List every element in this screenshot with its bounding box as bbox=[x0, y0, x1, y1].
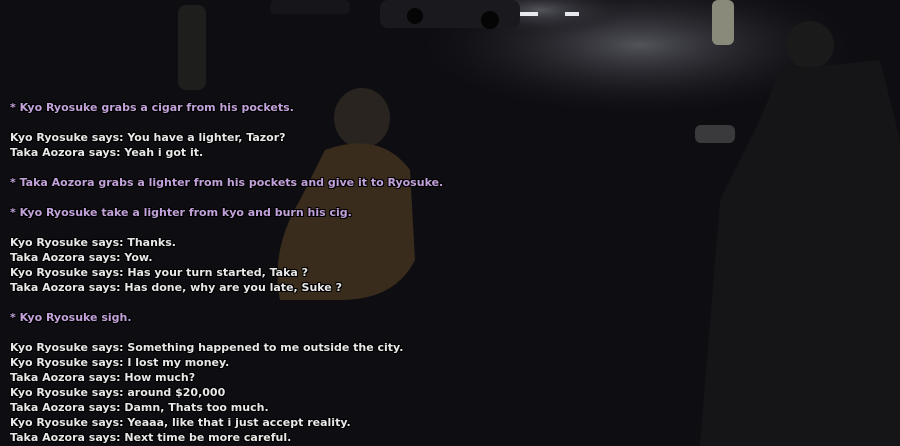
chat-action-line: * Kyo Ryosuke grabs a cigar from his poc… bbox=[10, 101, 294, 114]
chat-action-line: * Kyo Ryosuke take a lighter from kyo an… bbox=[10, 206, 352, 219]
chat-say-line: Kyo Ryosuke says: Yeaaa, like that i jus… bbox=[10, 416, 351, 429]
chat-say-line: Taka Aozora says: How much? bbox=[10, 371, 196, 384]
chat-say-line: Kyo Ryosuke says: Something happened to … bbox=[10, 341, 404, 354]
chat-say-line: Kyo Ryosuke says: I lost my money. bbox=[10, 356, 230, 369]
chat-say-line: Kyo Ryosuke says: Has your turn started,… bbox=[10, 266, 309, 279]
character-standing-head bbox=[786, 21, 834, 69]
character-background-right bbox=[712, 0, 734, 45]
chat-say-line: Taka Aozora says: Yow. bbox=[10, 251, 153, 264]
chat-say-line: Kyo Ryosuke says: around $20,000 bbox=[10, 386, 226, 399]
chat-say-line: Taka Aozora says: Damn, Thats too much. bbox=[10, 401, 269, 414]
chat-say-line: Taka Aozora says: Next time be more care… bbox=[10, 431, 292, 444]
chat-log: * Kyo Ryosuke grabs a cigar from his poc… bbox=[10, 0, 570, 446]
chat-action-line: * Taka Aozora grabs a lighter from his p… bbox=[10, 176, 444, 189]
chat-say-line: Kyo Ryosuke says: You have a lighter, Ta… bbox=[10, 131, 286, 144]
chat-action-line: * Kyo Ryosuke sigh. bbox=[10, 311, 132, 324]
chat-say-line: Kyo Ryosuke says: Thanks. bbox=[10, 236, 176, 249]
chat-say-line: Taka Aozora says: Has done, why are you … bbox=[10, 281, 342, 294]
chat-say-line: Taka Aozora says: Yeah i got it. bbox=[10, 146, 204, 159]
